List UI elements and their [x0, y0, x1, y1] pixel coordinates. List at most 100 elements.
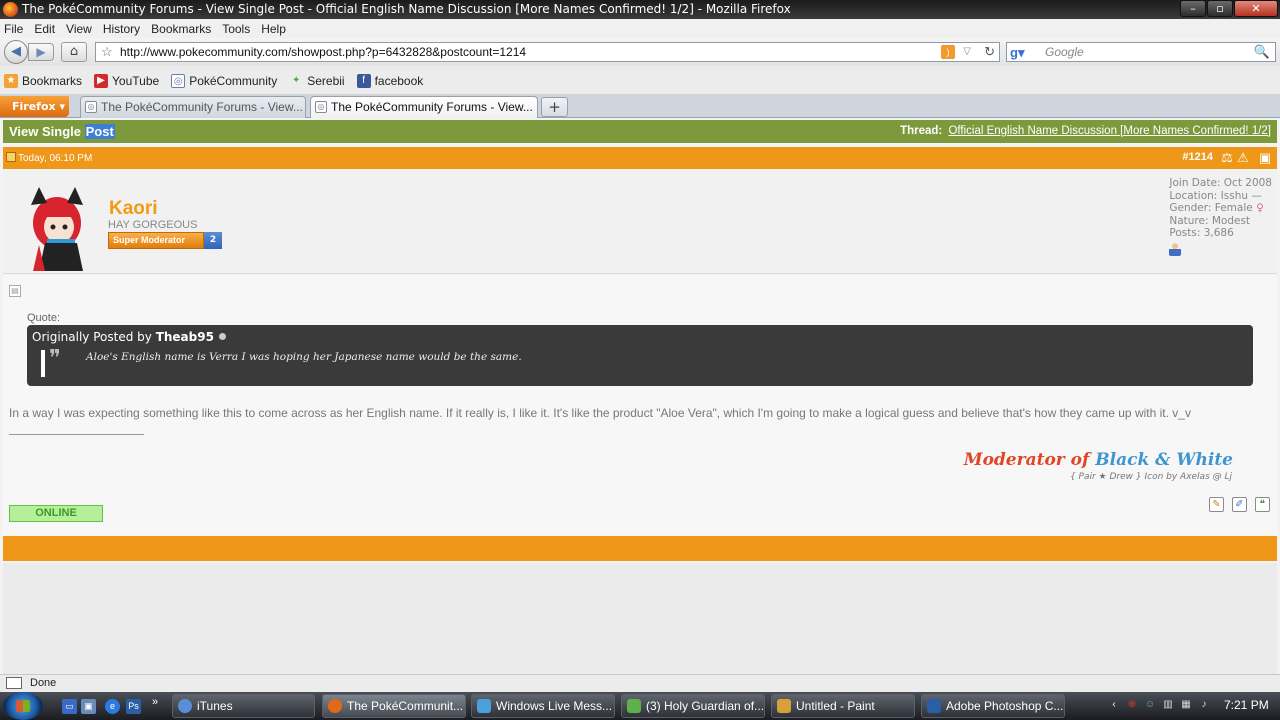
rss-feed-icon[interactable]: ): [941, 45, 955, 59]
tray-expand-icon[interactable]: ‹: [1107, 698, 1121, 712]
home-button[interactable]: ⌂: [61, 42, 87, 62]
window-controls: – ▫ ✕: [1179, 0, 1278, 17]
messenger-icon: [477, 699, 491, 713]
paint-icon: [777, 699, 791, 713]
quote-text: Aloe's English name is Verra I was hopin…: [86, 351, 522, 363]
tab-forum-2[interactable]: ◎ The PokéCommunity Forums - View...: [310, 96, 538, 118]
tray-security-icon[interactable]: ⊕: [1125, 698, 1139, 712]
join-date: Join Date: Oct 2008: [1169, 177, 1272, 189]
signature-credit: { Pair ★ Drew } Icon by Axelas @ Lj: [1069, 472, 1232, 482]
page-background: [3, 563, 1277, 674]
quote-reply-icon[interactable]: ❝: [1255, 497, 1270, 512]
post-body: ▤ Quote: Originally Posted by Theab95 ❞ …: [3, 275, 1277, 535]
switch-windows-icon[interactable]: ▣: [81, 699, 96, 714]
menu-tools[interactable]: Tools: [222, 22, 250, 36]
tab-favicon-icon: ◎: [85, 101, 97, 113]
bookmark-item-bookmarks[interactable]: ★ Bookmarks: [4, 74, 82, 88]
nature: Nature: Modest: [1169, 214, 1251, 227]
forward-button[interactable]: ▶: [28, 43, 54, 61]
bookmark-star-icon[interactable]: ☆: [101, 43, 113, 61]
taskbar-item-itunes[interactable]: iTunes: [172, 694, 315, 718]
search-icon[interactable]: 🔍: [1254, 43, 1270, 61]
minimize-button[interactable]: –: [1180, 0, 1206, 17]
page-title-prefix: View Single: [9, 124, 85, 139]
tab-forum-1[interactable]: ◎ The PokéCommunity Forums - View...: [80, 96, 306, 118]
tray-messenger-icon[interactable]: ☺: [1143, 698, 1157, 712]
close-button[interactable]: ✕: [1234, 0, 1278, 17]
location: Location: Isshu —: [1169, 189, 1262, 202]
quote-header: Originally Posted by Theab95: [32, 330, 226, 344]
taskbar-item-firefox[interactable]: The PokéCommunit...: [322, 694, 466, 718]
serebii-icon: ✦: [292, 75, 301, 86]
menu-help[interactable]: Help: [261, 22, 286, 36]
taskbar-item-photoshop[interactable]: Adobe Photoshop C...: [921, 694, 1065, 718]
female-icon: ♀: [1256, 202, 1264, 214]
taskbar-label: The PokéCommunit...: [347, 699, 464, 713]
quick-edit-icon[interactable]: ✐: [1232, 497, 1247, 512]
user-avatar[interactable]: [17, 185, 99, 271]
show-desktop-icon[interactable]: ▭: [62, 699, 77, 714]
bookmark-item-pokecommunity[interactable]: ◎ PokéCommunity: [171, 74, 277, 88]
search-input[interactable]: g▾ Google 🔍: [1006, 42, 1276, 62]
bookmark-item-serebii[interactable]: ✦ Serebii: [289, 74, 345, 88]
ip-monitor-icon[interactable]: ▣: [1257, 150, 1273, 166]
thread-link-container: Thread: Official English Name Discussion…: [900, 125, 1271, 137]
user-profile-icon[interactable]: [1169, 241, 1182, 256]
post-icon: ▤: [9, 285, 21, 297]
quote-block: Originally Posted by Theab95 ❞ Aloe's En…: [27, 325, 1253, 386]
firefox-logo-icon: [3, 2, 18, 17]
internet-explorer-icon[interactable]: e: [105, 699, 120, 714]
quicklaunch-more-button[interactable]: »: [152, 696, 158, 708]
navigation-toolbar: ◀ ▶ ⌂ ☆ http://www.pokecommunity.com/sho…: [0, 38, 1280, 66]
volume-icon[interactable]: ♪: [1197, 698, 1211, 712]
google-search-engine-icon[interactable]: g▾: [1010, 44, 1024, 62]
menu-view[interactable]: View: [66, 22, 92, 36]
menu-bookmarks[interactable]: Bookmarks: [151, 22, 211, 36]
signature-banner: Moderator of Black & White: [964, 450, 1233, 470]
quote-author: Theab95: [155, 330, 214, 344]
itunes-icon: [178, 699, 192, 713]
user-details: Join Date: Oct 2008 Location: Isshu — Ge…: [1169, 177, 1272, 259]
url-text: http://www.pokecommunity.com/showpost.ph…: [120, 45, 527, 59]
scales-report-icon[interactable]: ⚖: [1219, 150, 1235, 166]
post-old-icon: [6, 152, 16, 162]
bookmark-label: facebook: [374, 74, 424, 88]
reload-button[interactable]: ↻: [984, 43, 995, 61]
taskbar-clock[interactable]: 7:21 PM: [1224, 698, 1269, 712]
warning-icon[interactable]: ⚠: [1235, 150, 1251, 166]
menu-edit[interactable]: Edit: [34, 22, 55, 36]
signature-highlight: Black & White: [1095, 450, 1233, 470]
tab-label: The PokéCommunity Forums - View...: [101, 100, 303, 114]
new-tab-button[interactable]: +: [541, 97, 568, 117]
menu-history[interactable]: History: [103, 22, 140, 36]
tray-device-icon[interactable]: ▦: [1179, 698, 1193, 712]
maximize-button[interactable]: ▫: [1207, 0, 1233, 17]
url-bar[interactable]: ☆ http://www.pokecommunity.com/showpost.…: [95, 42, 1000, 62]
taskbar-label: Windows Live Mess...: [496, 699, 613, 713]
bookmark-item-facebook[interactable]: f facebook: [356, 74, 424, 88]
start-button[interactable]: [3, 692, 43, 720]
menu-file[interactable]: File: [4, 22, 23, 36]
username-link[interactable]: Kaori: [109, 198, 158, 220]
back-button[interactable]: ◀: [4, 40, 28, 64]
view-post-arrow-icon[interactable]: [218, 333, 226, 340]
photoshop-quicklaunch-icon[interactable]: Ps: [126, 699, 141, 714]
tray-network-icon[interactable]: ▥: [1161, 698, 1175, 712]
page-title-highlight: Post: [84, 124, 115, 139]
url-dropdown-icon[interactable]: ▽: [963, 43, 971, 61]
post-number-link[interactable]: #1214: [1182, 151, 1213, 163]
tab-favicon-icon: ◎: [315, 101, 327, 113]
rank-badge: Super Moderator: [108, 232, 204, 249]
search-placeholder: Google: [1045, 45, 1084, 59]
photoshop-icon: [927, 699, 941, 713]
edit-post-icon[interactable]: ✎: [1209, 497, 1224, 512]
page-header-bar: View Single Post Thread: Official Englis…: [3, 120, 1277, 143]
taskbar-item-holy-guardian[interactable]: (3) Holy Guardian of...: [621, 694, 765, 718]
thread-title-link[interactable]: Official English Name Discussion [More N…: [948, 125, 1271, 137]
taskbar-item-paint[interactable]: Untitled - Paint: [771, 694, 915, 718]
firefox-icon: [328, 699, 342, 713]
taskbar-item-messenger[interactable]: Windows Live Mess...: [471, 694, 615, 718]
rank-level-badge: 2: [204, 232, 222, 249]
firefox-menu-button[interactable]: Firefox ▾: [0, 96, 69, 117]
bookmark-item-youtube[interactable]: ▶ YouTube: [94, 74, 159, 88]
